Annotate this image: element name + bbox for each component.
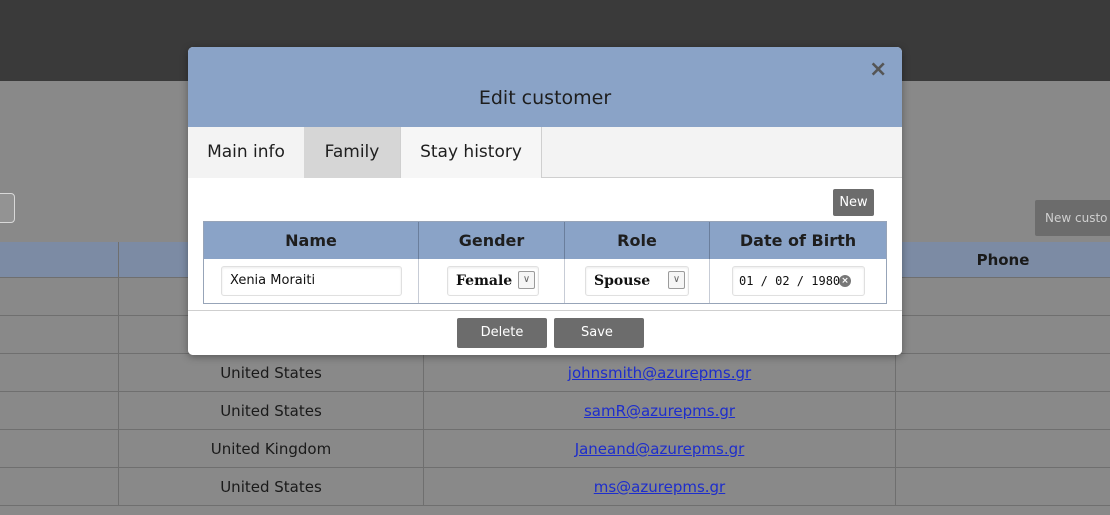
header-role: Role [564,222,709,259]
phone-cell [895,430,1110,467]
email-link[interactable]: samR@azurepms.gr [584,402,735,420]
edit-customer-dialog: Edit customer × Main info Family Stay hi… [188,47,902,355]
table-row[interactable]: United States johnsmith@azurepms.gr [0,354,1110,392]
country-text: United Kingdom [210,440,332,458]
save-button[interactable]: Save [554,318,644,348]
table-cell [0,430,118,467]
header-date-of-birth: Date of Birth [709,222,886,259]
chevron-down-icon[interactable]: ∨ [518,271,535,289]
family-member-row: Xenia Moraiti Female ∨ Spouse ∨ 01 / 02 … [204,259,886,303]
email-link[interactable]: ms@azurepms.gr [594,478,725,496]
table-cell [895,316,1110,353]
header-cell [0,242,118,277]
country-cell: United States [118,354,423,391]
table-cell [0,316,118,353]
delete-button[interactable]: Delete [457,318,547,348]
search-box-edge [0,193,15,223]
dialog-header: Edit customer × [188,47,902,127]
email-cell: johnsmith@azurepms.gr [423,354,895,391]
table-cell [0,468,118,505]
family-table-header: Name Gender Role Date of Birth [204,222,886,259]
country-text: United States [220,478,322,496]
table-row[interactable]: United States ms@azurepms.gr [0,468,1110,506]
table-cell [0,278,118,315]
dialog-title: Edit customer [478,87,612,109]
header-gender: Gender [418,222,564,259]
email-link[interactable]: johnsmith@azurepms.gr [568,364,751,382]
role-value: Spouse [594,273,651,289]
close-icon[interactable]: × [869,59,887,81]
name-cell: Xenia Moraiti [204,259,418,303]
dialog-tabs: Main info Family Stay history [188,127,902,178]
date-of-birth-value: 01 / 02 / 1980 [739,274,841,288]
tab-main-info[interactable]: Main info [188,127,304,178]
dialog-footer: Delete Save [188,310,902,355]
country-text: United States [220,402,322,420]
tab-family[interactable]: Family [304,127,400,178]
email-link[interactable]: Janeand@azurepms.gr [575,440,745,458]
header-cell-phone: Phone [895,242,1110,277]
chevron-down-icon[interactable]: ∨ [668,271,685,289]
role-cell: Spouse ∨ [564,259,709,303]
email-cell: ms@azurepms.gr [423,468,895,505]
table-row[interactable]: United Kingdom Janeand@azurepms.gr [0,430,1110,468]
table-cell [0,354,118,391]
new-family-member-button[interactable]: New [833,189,874,216]
phone-header-label: Phone [976,251,1030,269]
clear-icon[interactable]: × [839,275,851,287]
table-row[interactable]: United States samR@azurepms.gr [0,392,1110,430]
phone-cell [895,392,1110,429]
country-cell: United Kingdom [118,430,423,467]
header-name: Name [285,231,337,250]
date-of-birth-input[interactable]: 01 / 02 / 1980 × [732,266,865,296]
phone-cell [895,468,1110,505]
country-cell: United States [118,468,423,505]
phone-cell [895,354,1110,391]
table-cell [0,392,118,429]
email-cell: samR@azurepms.gr [423,392,895,429]
gender-value: Female [456,273,513,289]
family-name-input[interactable]: Xenia Moraiti [221,266,402,296]
country-cell: United States [118,392,423,429]
family-table: Name Gender Role Date of Birth Xenia Mor… [203,221,887,304]
dob-cell: 01 / 02 / 1980 × [709,259,886,303]
email-cell: Janeand@azurepms.gr [423,430,895,467]
gender-select[interactable]: Female ∨ [447,266,539,296]
new-customer-button[interactable]: New custo [1035,200,1110,236]
gender-cell: Female ∨ [418,259,564,303]
country-text: United States [220,364,322,382]
tab-stay-history[interactable]: Stay history [400,127,542,178]
table-cell [895,278,1110,315]
role-select[interactable]: Spouse ∨ [585,266,689,296]
